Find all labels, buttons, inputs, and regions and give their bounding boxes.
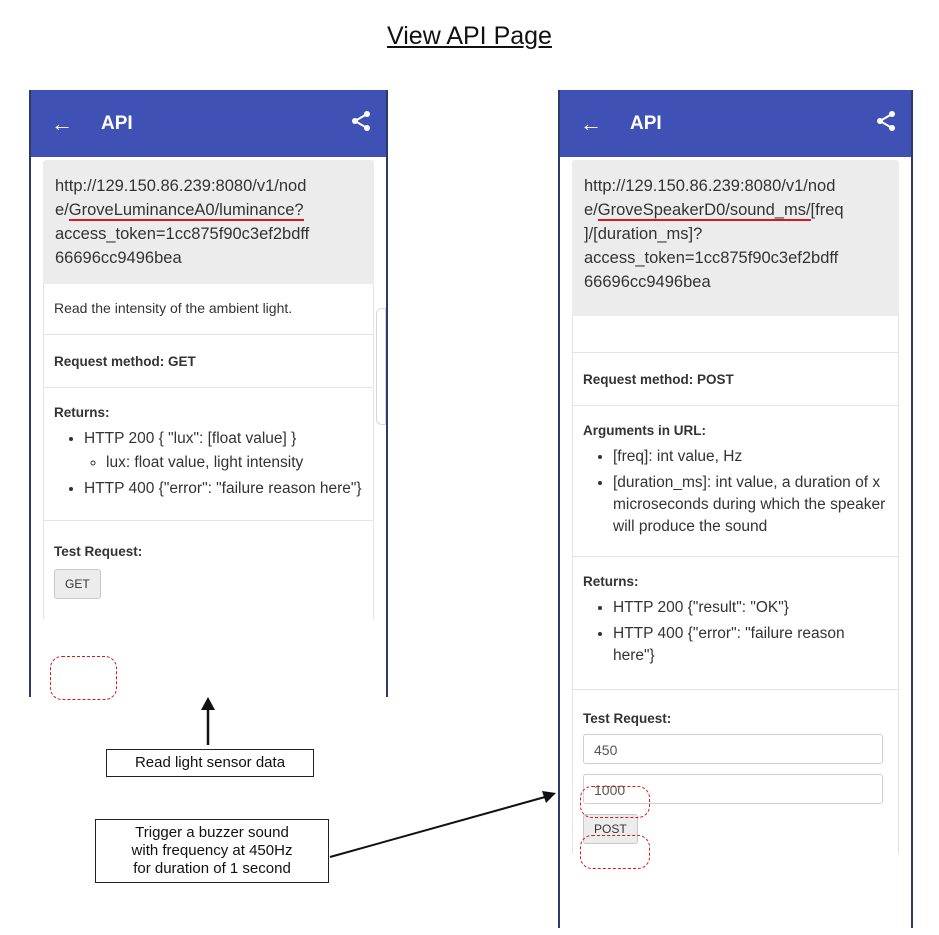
url-line: e/GroveSpeakerD0/sound_ms/[freq	[584, 198, 887, 222]
scroll-edge-handle	[376, 308, 386, 425]
test-request-section: Test Request: GET	[43, 521, 374, 619]
caption-line: with frequency at 450Hz	[131, 842, 293, 859]
caption-line: for duration of 1 second	[133, 860, 291, 877]
app-bar: ← API	[31, 90, 386, 157]
returns-section: Returns: HTTP 200 { "lux": [float value]…	[43, 388, 374, 521]
list-item-text: HTTP 400 {"error": "failure reason here"…	[84, 480, 362, 497]
duration-input-highlight	[580, 835, 650, 869]
page-title: View API Page	[387, 22, 552, 50]
endpoint-path-highlight: GroveLuminanceA0/luminance?	[68, 201, 304, 221]
list-item: HTTP 400 {"error": "failure reason here"…	[84, 478, 363, 500]
description-section	[572, 316, 899, 353]
returns-list: HTTP 200 {"result": "OK"} HTTP 400 {"err…	[583, 597, 888, 667]
list-item: [freq]: int value, Hz	[613, 446, 888, 468]
url-line: 66696cc9496bea	[584, 273, 711, 291]
list-item: [duration_ms]: int value, a duration of …	[613, 472, 888, 538]
url-line: 66696cc9496bea	[55, 249, 182, 267]
url-line: http://129.150.86.239:8080/v1/nod	[55, 177, 307, 195]
get-button-highlight	[50, 656, 117, 700]
description-text: Read the intensity of the ambient light.	[54, 300, 293, 316]
returns-label: Returns:	[54, 405, 110, 420]
request-method-section: Request method: GET	[43, 335, 374, 388]
list-item-text: [freq]: int value, Hz	[613, 448, 743, 465]
endpoint-path-highlight: GroveSpeakerD0/sound_ms/	[597, 201, 811, 221]
description-section: Read the intensity of the ambient light.	[43, 284, 374, 335]
list-item-text: lux: float value, light intensity	[106, 454, 304, 471]
app-bar-title: API	[101, 112, 133, 134]
request-method-section: Request method: POST	[572, 353, 899, 406]
url-line: e/GroveLuminanceA0/luminance?	[55, 198, 362, 222]
api-url: http://129.150.86.239:8080/v1/nod e/Grov…	[572, 160, 899, 316]
list-item: HTTP 200 {"result": "OK"}	[613, 597, 888, 619]
url-line: access_token=1cc875f90c3ef2bdff	[55, 225, 310, 243]
right-caption: Trigger a buzzer sound with frequency at…	[95, 819, 329, 883]
arrow-left-icon[interactable]: ←	[51, 111, 81, 137]
test-request-label: Test Request:	[583, 711, 672, 726]
test-request-label: Test Request:	[54, 544, 143, 559]
url-text: e/	[55, 201, 69, 219]
caption-text: Read light sensor data	[134, 754, 286, 771]
list-item-text: HTTP 200 {"result": "OK"}	[613, 599, 789, 616]
arrow-diagonal-head	[542, 791, 556, 803]
arguments-section: Arguments in URL: [freq]: int value, Hz …	[572, 406, 899, 557]
arrow-up-head	[201, 697, 215, 710]
freq-input-highlight	[580, 786, 650, 818]
arguments-label: Arguments in URL:	[583, 423, 706, 438]
left-phone-screen: ← API http://129.150.86.239:8080/v1/nod …	[29, 90, 388, 697]
api-url: http://129.150.86.239:8080/v1/nod e/Grov…	[43, 160, 374, 284]
returns-section: Returns: HTTP 200 {"result": "OK"} HTTP …	[572, 557, 899, 690]
url-line: ]/[duration_ms]?	[584, 225, 703, 243]
returns-label: Returns:	[583, 574, 639, 589]
share-icon[interactable]	[350, 110, 372, 132]
app-bar: ← API	[560, 90, 911, 157]
request-method-label: Request method: POST	[583, 372, 734, 387]
list-item-text: [duration_ms]: int value, a duration of …	[613, 474, 886, 535]
get-button[interactable]: GET	[54, 569, 101, 599]
list-item: HTTP 400 {"error": "failure reason here"…	[613, 623, 888, 667]
list-item-text: HTTP 400 {"error": "failure reason here"…	[613, 625, 845, 664]
caption-line: Trigger a buzzer sound	[135, 824, 289, 841]
arguments-list: [freq]: int value, Hz [duration_ms]: int…	[583, 446, 888, 538]
list-item: HTTP 200 { "lux": [float value] } lux: f…	[84, 428, 363, 474]
url-line: http://129.150.86.239:8080/v1/nod	[584, 177, 836, 195]
share-icon[interactable]	[875, 110, 897, 132]
arrow-left-icon[interactable]: ←	[580, 111, 610, 137]
request-method-label: Request method: GET	[54, 354, 196, 369]
app-bar-title: API	[630, 112, 662, 134]
url-line: access_token=1cc875f90c3ef2bdff	[584, 249, 839, 267]
list-item-text: HTTP 200 { "lux": [float value] }	[84, 430, 297, 447]
test-request-section: Test Request: 450 1000 POST	[572, 690, 899, 854]
list-item: lux: float value, light intensity	[106, 452, 363, 474]
freq-input[interactable]: 450	[583, 734, 883, 764]
returns-list: HTTP 200 { "lux": [float value] } lux: f…	[54, 428, 363, 500]
arrow-diagonal-line	[329, 796, 546, 858]
left-caption: Read light sensor data	[106, 749, 314, 777]
url-text: [freq	[810, 201, 844, 219]
url-text: e/	[584, 201, 598, 219]
